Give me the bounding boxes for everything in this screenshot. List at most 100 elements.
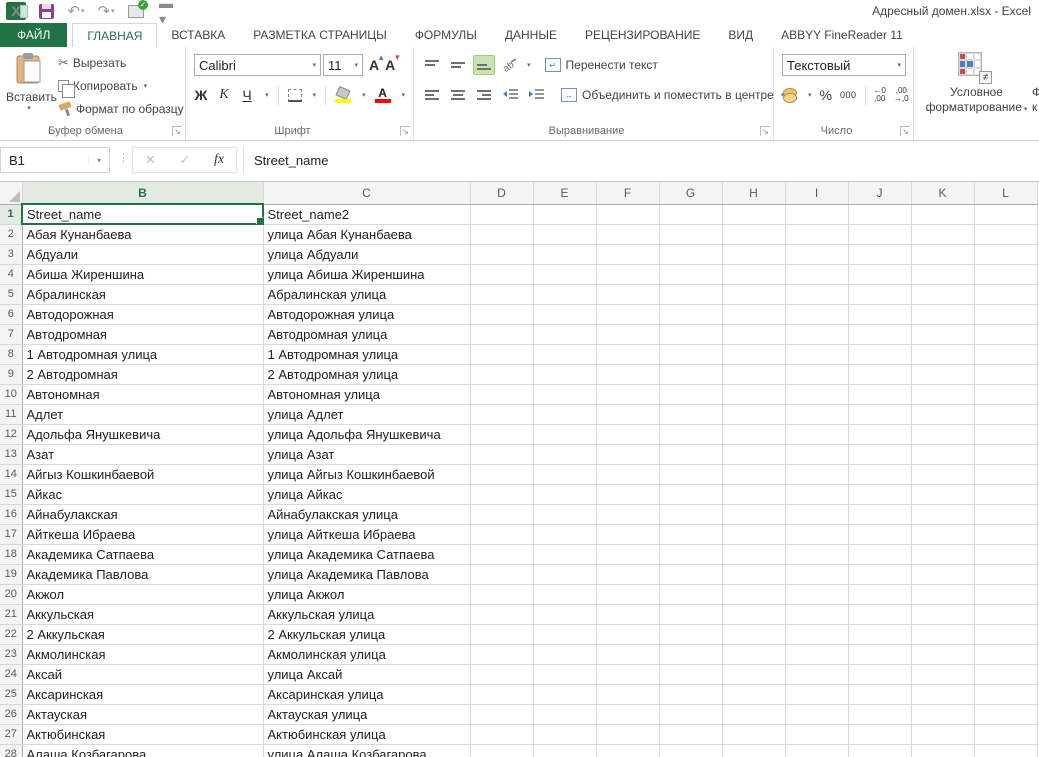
- cell-H26[interactable]: [722, 704, 785, 724]
- cell-E14[interactable]: [533, 464, 596, 484]
- cell-H18[interactable]: [722, 544, 785, 564]
- cell-J20[interactable]: [848, 584, 911, 604]
- cell-H4[interactable]: [722, 264, 785, 284]
- cell-G19[interactable]: [659, 564, 722, 584]
- cell-J14[interactable]: [848, 464, 911, 484]
- cell-G7[interactable]: [659, 324, 722, 344]
- cell-J5[interactable]: [848, 284, 911, 304]
- cell-L19[interactable]: [974, 564, 1037, 584]
- tab-вставка[interactable]: ВСТАВКА: [157, 23, 239, 47]
- cell-H17[interactable]: [722, 524, 785, 544]
- cell-F23[interactable]: [596, 644, 659, 664]
- cell-L1[interactable]: [974, 204, 1037, 224]
- cell-G9[interactable]: [659, 364, 722, 384]
- cell-I18[interactable]: [785, 544, 848, 564]
- cell-F9[interactable]: [596, 364, 659, 384]
- tab-файл[interactable]: ФАЙЛ: [0, 23, 67, 47]
- cell-J13[interactable]: [848, 444, 911, 464]
- cell-B11[interactable]: Адлет: [22, 404, 263, 424]
- font-name-dropdown-arrow[interactable]: ▾: [306, 61, 316, 69]
- row-header-7[interactable]: 7: [0, 324, 22, 344]
- cell-J15[interactable]: [848, 484, 911, 504]
- select-all-corner[interactable]: [0, 182, 22, 204]
- cell-I23[interactable]: [785, 644, 848, 664]
- cell-B17[interactable]: Айткеша Ибраева: [22, 524, 263, 544]
- document-check-icon[interactable]: [126, 2, 146, 20]
- cell-B22[interactable]: 2 Аккульская: [22, 624, 263, 644]
- copy-dropdown-arrow[interactable]: ▾: [144, 82, 148, 90]
- paste-button[interactable]: Вставить ▾: [6, 53, 52, 129]
- cell-G16[interactable]: [659, 504, 722, 524]
- cell-H25[interactable]: [722, 684, 785, 704]
- cell-I15[interactable]: [785, 484, 848, 504]
- cell-I22[interactable]: [785, 624, 848, 644]
- cell-L3[interactable]: [974, 244, 1037, 264]
- cancel-entry-icon[interactable]: ✕: [145, 152, 156, 168]
- cell-C15[interactable]: улица Айкас: [263, 484, 470, 504]
- cell-E21[interactable]: [533, 604, 596, 624]
- column-header-G[interactable]: G: [659, 182, 722, 204]
- cell-J19[interactable]: [848, 564, 911, 584]
- cell-B14[interactable]: Айгыз Кошкинбаевой: [22, 464, 263, 484]
- cell-G27[interactable]: [659, 724, 722, 744]
- cell-I25[interactable]: [785, 684, 848, 704]
- cell-D12[interactable]: [470, 424, 533, 444]
- cell-C18[interactable]: улица Академика Сатпаева: [263, 544, 470, 564]
- cell-I28[interactable]: [785, 744, 848, 757]
- cell-F18[interactable]: [596, 544, 659, 564]
- cell-L28[interactable]: [974, 744, 1037, 757]
- number-format-dropdown-arrow[interactable]: ▾: [891, 61, 901, 69]
- cell-C20[interactable]: улица Акжол: [263, 584, 470, 604]
- fill-color-icon[interactable]: [335, 87, 351, 103]
- format-painter-button[interactable]: Формат по образцу: [58, 101, 184, 117]
- column-header-D[interactable]: D: [470, 182, 533, 204]
- cell-G4[interactable]: [659, 264, 722, 284]
- cell-D15[interactable]: [470, 484, 533, 504]
- cell-J16[interactable]: [848, 504, 911, 524]
- column-header-E[interactable]: E: [533, 182, 596, 204]
- row-header-11[interactable]: 11: [0, 404, 22, 424]
- wrap-text-button[interactable]: ↵ Перенести текст: [545, 58, 658, 72]
- row-header-6[interactable]: 6: [0, 304, 22, 324]
- cell-E17[interactable]: [533, 524, 596, 544]
- undo-icon[interactable]: ↶▾: [66, 2, 86, 20]
- column-header-L[interactable]: L: [974, 182, 1037, 204]
- cell-B12[interactable]: Адольфа Янушкевича: [22, 424, 263, 444]
- row-header-28[interactable]: 28: [0, 744, 22, 757]
- font-color-dropdown-arrow[interactable]: ▾: [402, 91, 406, 99]
- cell-J26[interactable]: [848, 704, 911, 724]
- underline-button[interactable]: Ч: [240, 87, 254, 103]
- cell-C10[interactable]: Автономная улица: [263, 384, 470, 404]
- cell-K14[interactable]: [911, 464, 974, 484]
- cell-L24[interactable]: [974, 664, 1037, 684]
- cell-D26[interactable]: [470, 704, 533, 724]
- name-box-dropdown-arrow[interactable]: ▾: [88, 156, 109, 165]
- cell-F24[interactable]: [596, 664, 659, 684]
- cell-H28[interactable]: [722, 744, 785, 757]
- cell-H11[interactable]: [722, 404, 785, 424]
- cell-C21[interactable]: Аккульская улица: [263, 604, 470, 624]
- cell-E27[interactable]: [533, 724, 596, 744]
- cell-B24[interactable]: Аксай: [22, 664, 263, 684]
- grow-font-button[interactable]: A▲: [369, 57, 379, 73]
- cell-C5[interactable]: Абралинская улица: [263, 284, 470, 304]
- cell-B1[interactable]: Street_name: [22, 204, 263, 224]
- increase-indent-icon[interactable]: [525, 85, 547, 105]
- cell-I10[interactable]: [785, 384, 848, 404]
- cell-C24[interactable]: улица Аксай: [263, 664, 470, 684]
- row-header-1[interactable]: 1: [0, 204, 22, 224]
- cell-B16[interactable]: Айнабулакская: [22, 504, 263, 524]
- cell-F25[interactable]: [596, 684, 659, 704]
- align-center-icon[interactable]: [447, 85, 469, 105]
- italic-button[interactable]: К: [217, 87, 231, 103]
- cell-C3[interactable]: улица Абдуали: [263, 244, 470, 264]
- cell-D7[interactable]: [470, 324, 533, 344]
- cell-K28[interactable]: [911, 744, 974, 757]
- number-format-combo[interactable]: Текстовый ▾: [782, 54, 906, 76]
- cell-E2[interactable]: [533, 224, 596, 244]
- tab-вид[interactable]: ВИД: [714, 23, 767, 47]
- cell-F6[interactable]: [596, 304, 659, 324]
- cell-E22[interactable]: [533, 624, 596, 644]
- cell-H6[interactable]: [722, 304, 785, 324]
- cell-E24[interactable]: [533, 664, 596, 684]
